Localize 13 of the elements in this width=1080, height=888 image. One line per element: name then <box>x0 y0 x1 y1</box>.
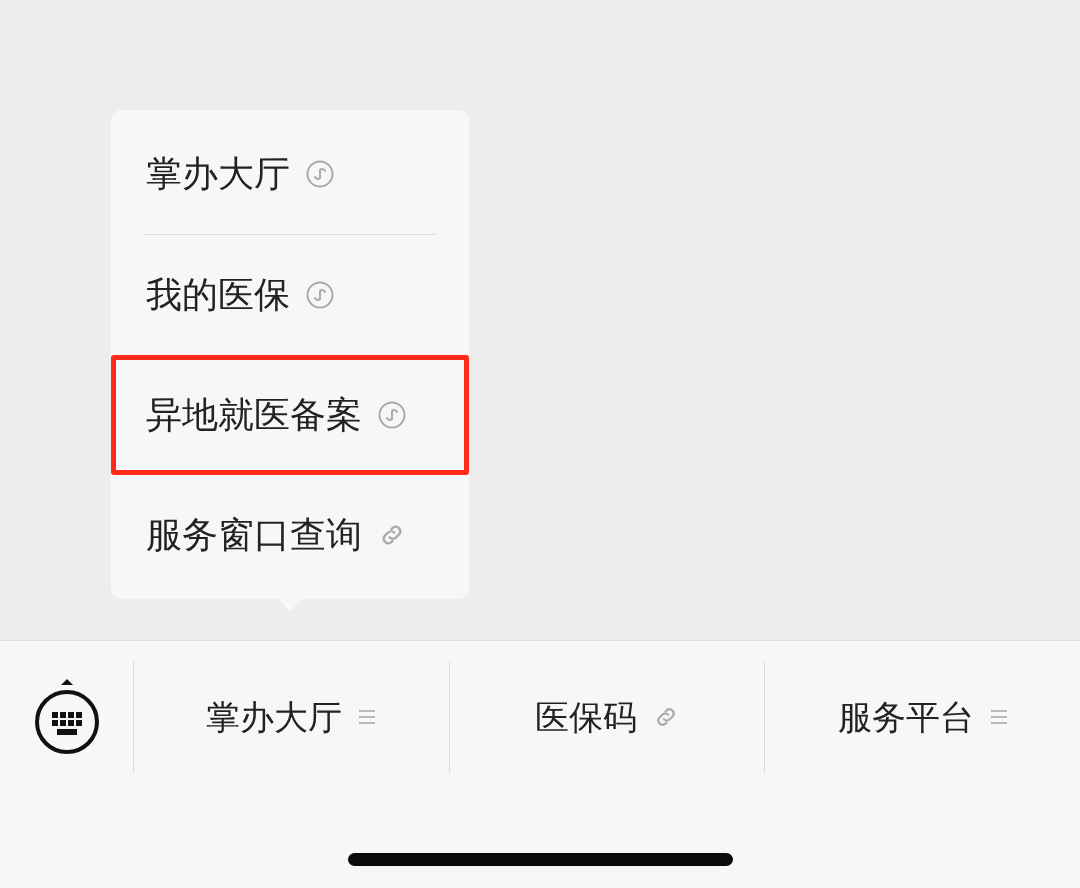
bottom-menu-button[interactable]: 医保码 <box>448 661 765 773</box>
menu-item[interactable]: 我的医保 <box>111 235 469 355</box>
keyboard-icon[interactable] <box>32 678 101 756</box>
menu-icon <box>989 708 1008 726</box>
mini-program-icon <box>378 401 406 429</box>
menu-icon <box>358 708 377 726</box>
menu-item[interactable]: 掌办大厅 <box>111 114 469 234</box>
bottom-menu-button[interactable]: 掌办大厅 <box>133 661 449 773</box>
menu-item[interactable]: 服务窗口查询 <box>111 475 469 595</box>
menu-item[interactable]: 异地就医备案 <box>111 355 469 475</box>
mini-program-icon <box>306 281 334 309</box>
bottom-menu-button[interactable]: 服务平台 <box>764 661 1080 773</box>
mini-program-icon <box>306 160 334 188</box>
